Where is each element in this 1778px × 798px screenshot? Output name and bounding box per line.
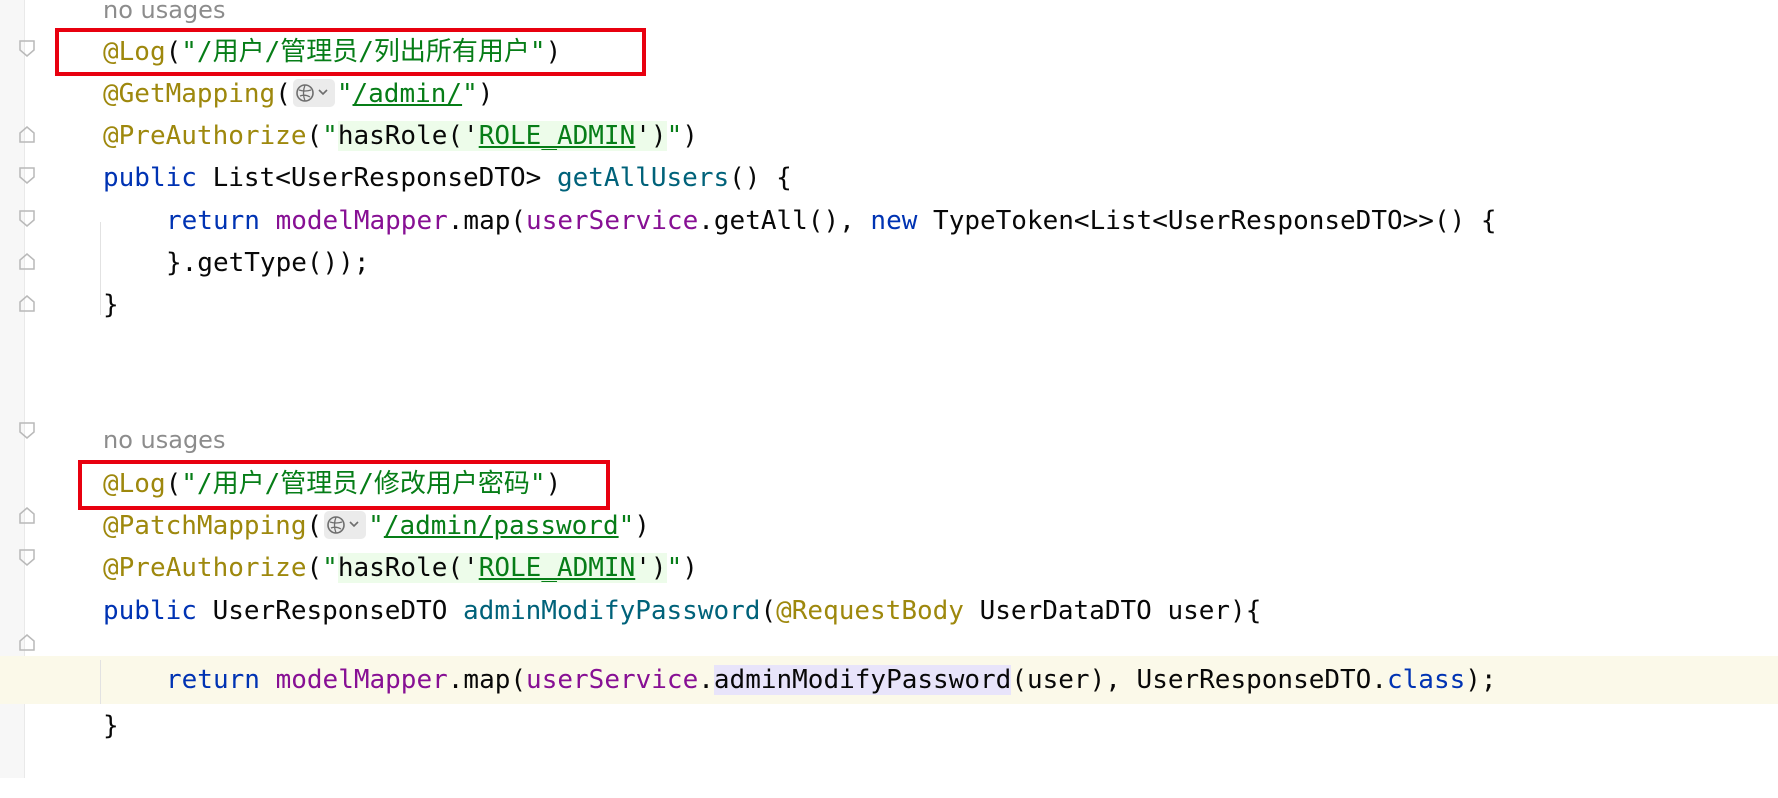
- code-line: return modelMapper.map(userService.getAl…: [166, 206, 1497, 236]
- code-line: }: [0, 702, 1778, 750]
- modelmapper-field[interactable]: modelMapper: [276, 665, 448, 695]
- modelmapper-field[interactable]: modelMapper: [276, 206, 448, 236]
- usages-hint[interactable]: no usages: [103, 416, 225, 464]
- code-line: }: [0, 281, 1778, 329]
- role-admin-link[interactable]: ROLE_ADMIN: [479, 121, 636, 151]
- indent-guide: [100, 222, 101, 315]
- endpoint-globe-icon[interactable]: [292, 78, 335, 107]
- patch-mapping-path-link[interactable]: /admin/password: [384, 511, 619, 541]
- code-line: }.getType());: [166, 248, 370, 278]
- get-mapping-path-link[interactable]: /admin/: [353, 79, 463, 109]
- public-keyword: public: [103, 596, 197, 626]
- indent-guide: [100, 660, 101, 704]
- highlighted-method-call[interactable]: adminModifyPassword: [713, 665, 1012, 695]
- highlight-box-log-2: [78, 460, 610, 510]
- code-line: @PreAuthorize("hasRole('ROLE_ADMIN')"): [103, 553, 698, 583]
- code-line: @GetMapping("/admin/"): [103, 78, 494, 109]
- highlight-box-log-1: [55, 28, 646, 76]
- spel-hasrole: hasRole(': [337, 553, 479, 583]
- userservice-field[interactable]: userService: [526, 665, 698, 695]
- preauthorize-annotation: @PreAuthorize: [103, 121, 307, 151]
- method-name-adminmodifypassword[interactable]: adminModifyPassword: [463, 596, 760, 626]
- code-line: public List<UserResponseDTO> getAllUsers…: [103, 163, 792, 193]
- code-line: public UserResponseDTO adminModifyPasswo…: [103, 596, 1262, 626]
- public-keyword: public: [103, 163, 197, 193]
- spel-hasrole: hasRole(': [337, 121, 479, 151]
- get-mapping-annotation: @GetMapping: [103, 79, 276, 109]
- patch-mapping-annotation: @PatchMapping: [103, 511, 307, 541]
- close-brace: }: [103, 711, 119, 741]
- role-admin-link[interactable]: ROLE_ADMIN: [479, 553, 636, 583]
- method-name-getallusers[interactable]: getAllUsers: [557, 163, 729, 193]
- close-brace: }: [103, 290, 119, 320]
- userservice-field[interactable]: userService: [526, 206, 698, 236]
- code-line: @PreAuthorize("hasRole('ROLE_ADMIN')"): [103, 121, 698, 151]
- code-line: no usages: [0, 416, 1778, 464]
- requestbody-annotation: @RequestBody: [776, 596, 964, 626]
- endpoint-globe-icon[interactable]: [324, 510, 367, 539]
- current-code-line: return modelMapper.map(userService.admin…: [0, 656, 1778, 704]
- preauthorize-annotation: @PreAuthorize: [103, 553, 307, 583]
